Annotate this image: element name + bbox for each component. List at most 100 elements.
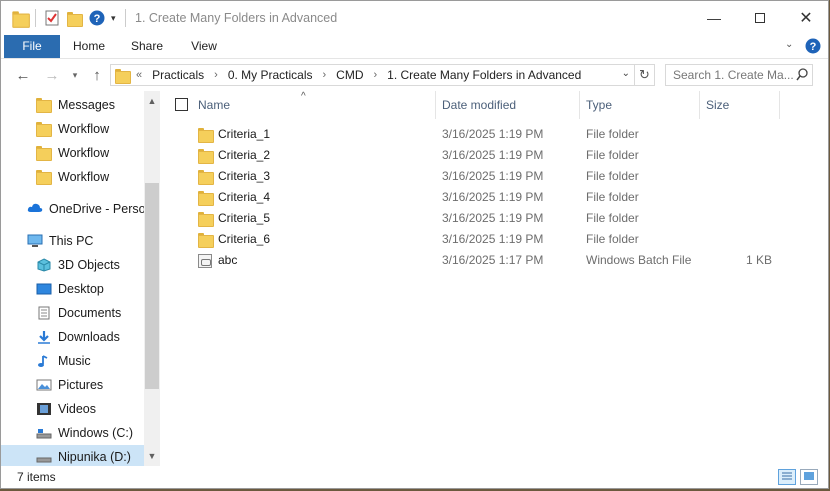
column-divider[interactable]: [579, 91, 580, 119]
breadcrumb-cmd[interactable]: CMD: [336, 68, 363, 82]
column-header-size[interactable]: Size: [706, 91, 776, 119]
file-name: Criteria_6: [218, 232, 271, 246]
sidebar-item-3d-objects[interactable]: 3D Objects: [1, 253, 144, 277]
details-view-button[interactable]: [778, 469, 796, 485]
search-input[interactable]: Search 1. Create Ma...: [665, 64, 813, 86]
file-size: [706, 187, 772, 208]
select-all-checkbox[interactable]: [175, 98, 188, 111]
table-row[interactable]: Criteria_6 3/16/2025 1:19 PM File folder: [161, 229, 828, 250]
breadcrumb-overflow[interactable]: «: [136, 69, 142, 81]
sidebar-item-desktop[interactable]: Desktop: [1, 277, 144, 301]
sidebar-item-workflow[interactable]: Workflow: [1, 165, 144, 189]
tab-home[interactable]: Home: [67, 35, 111, 58]
desktop-icon: [36, 282, 52, 296]
sidebar-item-this-pc[interactable]: This PC: [1, 229, 144, 253]
sidebar-item-label: Workflow: [58, 170, 110, 184]
address-dropdown-chevron-icon[interactable]: ⌄: [622, 68, 630, 79]
table-row[interactable]: Criteria_3 3/16/2025 1:19 PM File folder: [161, 166, 828, 187]
drive-icon: [36, 426, 52, 440]
column-divider[interactable]: [435, 91, 436, 119]
folder-icon: [36, 98, 52, 113]
sidebar-item-windows-c[interactable]: Windows (C:): [1, 421, 144, 445]
music-icon: [36, 354, 52, 368]
minimize-button[interactable]: —: [691, 1, 737, 35]
download-icon: [36, 330, 52, 344]
column-header-type[interactable]: Type: [586, 91, 698, 119]
breadcrumb-my-practicals[interactable]: 0. My Practicals: [228, 68, 313, 82]
up-button[interactable]: ↑: [87, 66, 107, 84]
folder-icon: [198, 191, 214, 206]
new-folder-icon[interactable]: [67, 9, 83, 27]
svg-text:?: ?: [94, 13, 101, 25]
sidebar-item-downloads[interactable]: Downloads: [1, 325, 144, 349]
file-name: Criteria_4: [218, 190, 271, 204]
chevron-right-icon[interactable]: ›: [214, 69, 218, 81]
recent-locations-button[interactable]: ▾: [65, 66, 85, 84]
file-type: File folder: [586, 190, 639, 204]
customize-toolbar-chevron-icon[interactable]: ▾: [111, 9, 116, 27]
maximize-icon: [755, 13, 765, 23]
folder-icon: [198, 149, 214, 164]
column-header-name[interactable]: Name: [198, 91, 433, 119]
file-name: Criteria_2: [218, 148, 271, 162]
window-title: 1. Create Many Folders in Advanced: [135, 11, 338, 25]
sidebar-item-music[interactable]: Music: [1, 349, 144, 373]
date-modified: 3/16/2025 1:19 PM: [442, 232, 544, 246]
column-divider[interactable]: [779, 91, 780, 119]
sidebar-item-documents[interactable]: Documents: [1, 301, 144, 325]
date-modified: 3/16/2025 1:19 PM: [442, 148, 544, 162]
large-icons-view-button[interactable]: [800, 469, 818, 485]
chevron-right-icon[interactable]: ›: [374, 69, 378, 81]
breadcrumb-current[interactable]: 1. Create Many Folders in Advanced: [387, 68, 581, 82]
back-arrow-icon: ←: [15, 66, 31, 84]
sidebar-item-messages[interactable]: Messages: [1, 93, 144, 117]
title-divider-2: [125, 9, 126, 27]
sidebar-item-workflow[interactable]: Workflow: [1, 141, 144, 165]
tab-view[interactable]: View: [182, 35, 226, 58]
sidebar-item-label: Windows (C:): [58, 426, 134, 440]
back-button[interactable]: ←: [13, 66, 33, 84]
scroll-down-icon[interactable]: ▼: [144, 448, 160, 464]
folder-icon: [198, 233, 214, 248]
tab-file[interactable]: File: [4, 35, 60, 58]
column-divider[interactable]: [699, 91, 700, 119]
close-button[interactable]: ✕: [783, 1, 828, 35]
quick-access-folder-icon[interactable]: [12, 9, 30, 28]
file-name: abc: [218, 253, 238, 267]
tab-share[interactable]: Share: [125, 35, 169, 58]
file-size: [706, 145, 772, 166]
table-row[interactable]: abc 3/16/2025 1:17 PM Windows Batch File…: [161, 250, 828, 271]
sidebar-item-onedrive[interactable]: OneDrive - Personal: [1, 197, 144, 221]
breadcrumb-practicals[interactable]: Practicals: [152, 68, 204, 82]
nav-scrollbar[interactable]: ▲ ▼: [144, 91, 160, 466]
forward-button[interactable]: →: [42, 66, 62, 84]
help-icon[interactable]: ?: [805, 38, 821, 57]
table-row[interactable]: Criteria_1 3/16/2025 1:19 PM File folder: [161, 124, 828, 145]
batch-file-icon: [198, 253, 212, 268]
sidebar-item-videos[interactable]: Videos: [1, 397, 144, 421]
table-row[interactable]: Criteria_2 3/16/2025 1:19 PM File folder: [161, 145, 828, 166]
sidebar-item-pictures[interactable]: Pictures: [1, 373, 144, 397]
computer-icon: [27, 234, 43, 248]
refresh-button[interactable]: ↻: [635, 64, 655, 86]
date-modified: 3/16/2025 1:19 PM: [442, 127, 544, 141]
title-bar: ? ▾ 1. Create Many Folders in Advanced —…: [1, 1, 828, 35]
expand-ribbon-chevron-icon[interactable]: ⌄: [785, 39, 793, 50]
column-header-date-modified[interactable]: Date modified: [442, 91, 578, 119]
properties-icon[interactable]: [45, 9, 59, 27]
help-icon[interactable]: ?: [89, 9, 105, 27]
minimize-icon: —: [707, 10, 721, 26]
maximize-button[interactable]: [737, 1, 783, 35]
address-bar[interactable]: « Practicals › 0. My Practicals › CMD › …: [110, 64, 635, 86]
table-row[interactable]: Criteria_5 3/16/2025 1:19 PM File folder: [161, 208, 828, 229]
forward-arrow-icon: →: [44, 66, 60, 84]
file-name: Criteria_5: [218, 211, 271, 225]
refresh-icon: ↻: [639, 67, 650, 82]
table-row[interactable]: Criteria_4 3/16/2025 1:19 PM File folder: [161, 187, 828, 208]
sidebar-item-workflow[interactable]: Workflow: [1, 117, 144, 141]
scroll-up-icon[interactable]: ▲: [144, 93, 160, 109]
scrollbar-thumb[interactable]: [145, 183, 159, 389]
up-arrow-icon: ↑: [93, 66, 101, 84]
chevron-right-icon[interactable]: ›: [323, 69, 327, 81]
file-size: [706, 166, 772, 187]
